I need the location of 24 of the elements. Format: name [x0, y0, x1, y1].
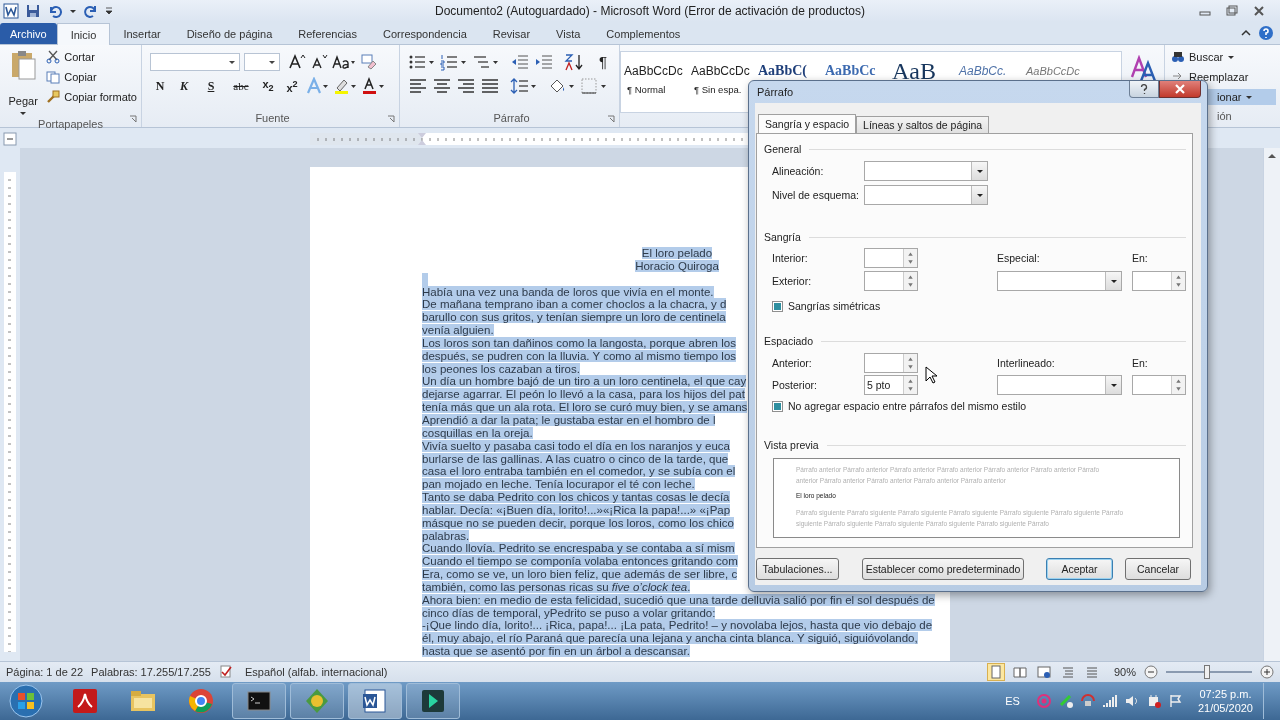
group-label: Portapapeles — [37, 117, 104, 131]
field-label: Posterior: — [772, 379, 818, 391]
group-label: ión — [1217, 109, 1233, 124]
group-label: Fuente — [254, 111, 291, 126]
section-heading: Vista previa — [764, 439, 819, 451]
document-title: El loro pelado — [641, 247, 713, 259]
section-heading: Espaciado — [764, 335, 814, 347]
field-label: Nivel de esquema: — [772, 189, 860, 201]
field-label: En: — [1132, 357, 1148, 369]
section-heading: Sangría — [764, 231, 801, 243]
checkbox-label: Sangrías simétricas — [788, 300, 881, 312]
checkbox-label: No agregar espacio entre párrafos del mismo estilo — [788, 400, 1027, 412]
field-label: Anterior: — [772, 357, 813, 369]
field-label: Interlineado: — [997, 357, 1056, 369]
dialog-title: Párrafo — [757, 86, 794, 98]
section-heading: General — [764, 143, 802, 155]
field-label: Exterior: — [772, 275, 813, 287]
field-label: Interior: — [772, 252, 809, 264]
document-title: Horacio Quiroga — [635, 259, 719, 272]
field-label: Especial: — [997, 252, 1041, 264]
field-label: En: — [1132, 252, 1148, 264]
field-label: Alineación: — [772, 165, 825, 177]
window-title: Documento2 (Autoguardado) - Microsoft Word (Error de activación de productos) — [435, 4, 865, 18]
group-label: Párrafo — [492, 111, 531, 126]
